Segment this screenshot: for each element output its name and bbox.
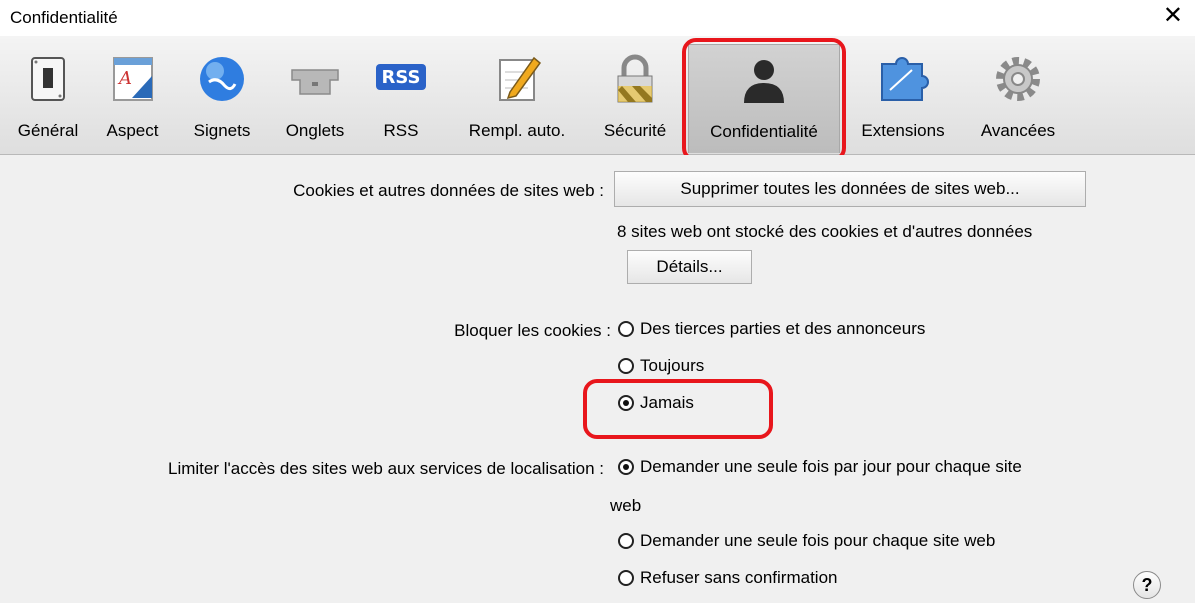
radio-ask-once-per-site[interactable]: Demander une seule fois pour chaque site… (618, 531, 995, 551)
tab-label: Extensions (861, 121, 945, 140)
radio-circle (618, 321, 634, 337)
radio-circle-selected (618, 395, 634, 411)
appearance-icon: A (112, 57, 153, 101)
block-cookies-label: Bloquer les cookies : (454, 321, 611, 340)
privacy-panel: Cookies et autres données de sites web :… (0, 155, 1195, 603)
location-label: Limiter l'accès des sites web aux servic… (168, 459, 604, 478)
radio-label: Des tierces parties et des annonceurs (640, 319, 926, 338)
tab-rss[interactable]: RSS RSS (370, 52, 432, 152)
details-button[interactable]: Détails... (627, 250, 752, 284)
radio-ask-once-per-day[interactable]: Demander une seule fois par jour pour ch… (618, 457, 1022, 477)
radio-circle-selected (618, 459, 634, 475)
tab-label: Rempl. auto. (468, 121, 566, 140)
autofill-pencil-icon (499, 56, 542, 101)
tab-privacy[interactable]: Confidentialité (688, 44, 840, 153)
radio-always[interactable]: Toujours (618, 356, 704, 376)
puzzle-icon (881, 57, 929, 101)
radio-deny-without-prompt[interactable]: Refuser sans confirmation (618, 568, 837, 588)
radio-label: Jamais (640, 393, 694, 412)
svg-text:RSS: RSS (382, 67, 421, 88)
tab-security[interactable]: Sécurité (594, 52, 676, 152)
radio-never[interactable]: Jamais (618, 393, 694, 413)
tab-label: Sécurité (603, 121, 667, 140)
gear-icon (996, 57, 1040, 101)
padlock-icon (617, 54, 653, 103)
tab-tabs[interactable]: Onglets (270, 52, 360, 152)
tab-label: Signets (193, 121, 251, 140)
tab-label: Confidentialité (710, 122, 818, 141)
cookies-label: Cookies et autres données de sites web : (293, 181, 604, 200)
radio-label: Toujours (640, 356, 705, 375)
tab-autofill[interactable]: Rempl. auto. (452, 52, 582, 152)
radio-circle (618, 570, 634, 586)
title-bar: Confidentialité ✕ (0, 0, 1195, 36)
tab-appearance[interactable]: A Aspect (95, 52, 170, 152)
rss-icon: RSS (376, 64, 426, 90)
remove-all-website-data-button[interactable]: Supprimer toutes les données de sites we… (614, 171, 1086, 207)
preferences-toolbar: Général A Aspect Signets Onglets RSS RSS… (0, 36, 1195, 155)
radio-label: Demander une seule fois pour chaque site… (640, 531, 996, 550)
svg-text:A: A (117, 68, 132, 89)
close-icon[interactable]: ✕ (1163, 4, 1183, 28)
radio-label-wrap: web (610, 496, 642, 515)
tab-label: RSS (383, 121, 419, 140)
globe-icon (200, 57, 244, 101)
tabs-icon (291, 69, 339, 95)
radio-third-parties[interactable]: Des tierces parties et des annonceurs (618, 319, 925, 339)
radio-label: Demander une seule fois par jour pour ch… (640, 457, 1022, 476)
tab-label: Onglets (285, 121, 345, 140)
radio-circle (618, 533, 634, 549)
tab-bookmarks[interactable]: Signets (182, 52, 262, 152)
tab-advanced[interactable]: Avancées (968, 52, 1068, 152)
help-button[interactable]: ? (1133, 571, 1161, 599)
radio-label: Refuser sans confirmation (640, 568, 838, 587)
cookies-info-text: 8 sites web ont stocké des cookies et d'… (617, 222, 1033, 241)
tab-label: Aspect (106, 121, 159, 140)
window-title: Confidentialité (10, 8, 118, 27)
general-switch-icon (31, 57, 65, 101)
tab-extensions[interactable]: Extensions (852, 52, 954, 152)
radio-circle (618, 358, 634, 374)
person-silhouette-icon (744, 60, 784, 103)
tab-general[interactable]: Général (10, 52, 86, 152)
tab-label: Avancées (980, 121, 1056, 140)
tab-label: Général (17, 121, 79, 140)
